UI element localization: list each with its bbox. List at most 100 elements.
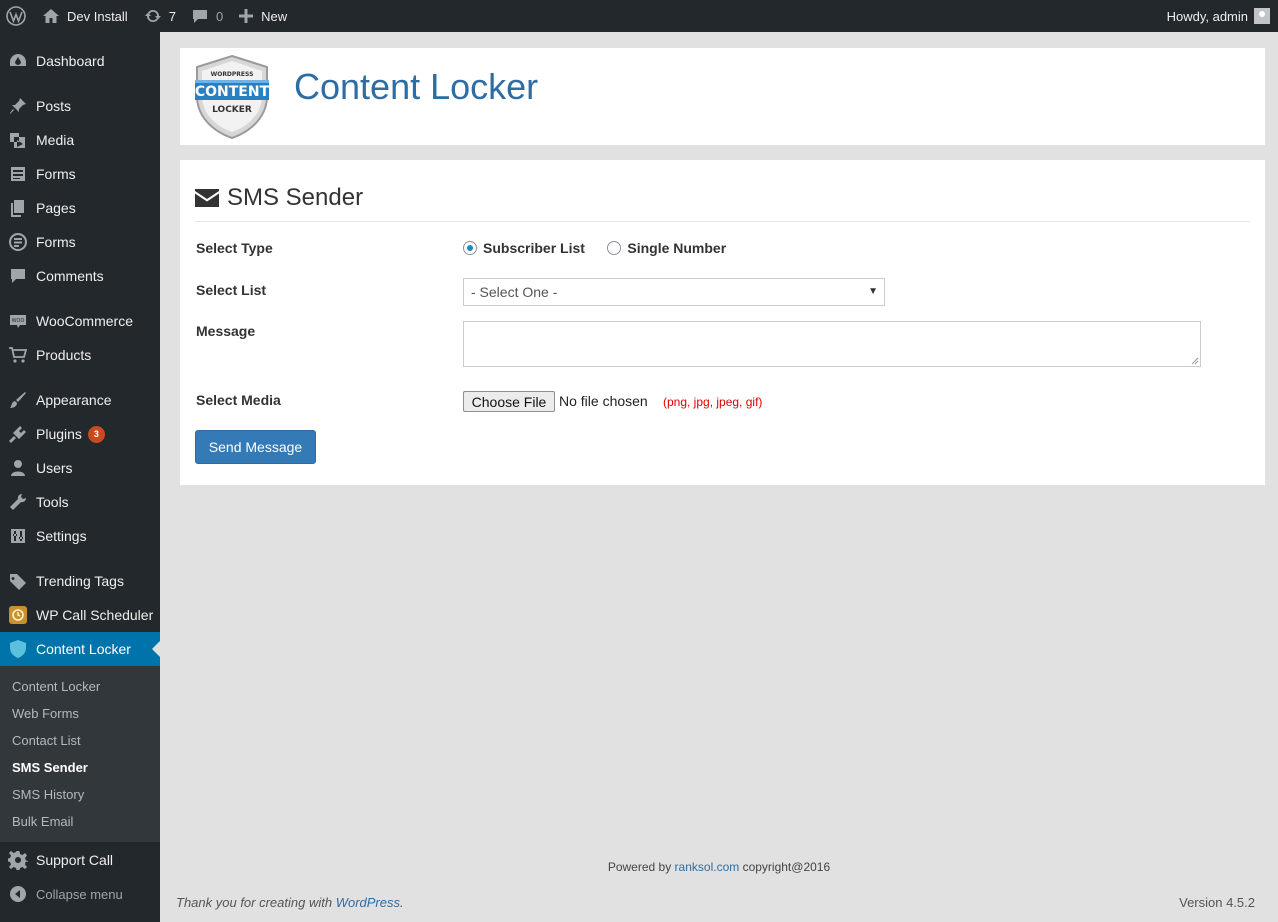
submenu-bulk-email[interactable]: Bulk Email	[12, 814, 73, 829]
send-message-button[interactable]: Send Message	[195, 430, 316, 464]
menu-wp-call-scheduler[interactable]: WP Call Scheduler	[0, 598, 160, 632]
comment-icon	[192, 10, 207, 23]
admin-sidebar: Dashboard Posts Media Forms Pages Forms …	[0, 32, 160, 922]
plus-icon	[239, 9, 254, 23]
menu-plugins[interactable]: Plugins 3	[0, 417, 160, 451]
updates-link[interactable]: 7	[136, 0, 184, 32]
section-title: SMS Sender	[195, 184, 363, 212]
page-title: Content Locker	[294, 66, 539, 107]
ranksol-link[interactable]: ranksol.com	[675, 860, 740, 874]
menu-label: WP Call Scheduler	[36, 607, 154, 623]
subscriber-list-label[interactable]: Subscriber List	[483, 240, 585, 256]
submenu-contact-list[interactable]: Contact List	[12, 733, 81, 748]
menu-trending-tags[interactable]: Trending Tags	[0, 564, 160, 598]
plugin-icon	[0, 424, 36, 444]
submenu-sms-sender[interactable]: SMS Sender	[12, 760, 88, 775]
new-content-link[interactable]: New	[231, 0, 295, 32]
wordpress-link[interactable]: WordPress	[336, 895, 400, 910]
file-types-hint: (png, jpg, jpeg, gif)	[663, 395, 763, 409]
menu-settings[interactable]: Settings	[0, 519, 160, 553]
shield-icon	[0, 639, 36, 659]
pages-icon	[0, 198, 36, 218]
sms-sender-panel: SMS Sender Select Type Subscriber List S…	[180, 160, 1265, 485]
menu-content-locker[interactable]: Content Locker	[0, 632, 160, 666]
footer-version: Version 4.5.2	[1179, 895, 1255, 910]
menu-tools[interactable]: Tools	[0, 485, 160, 519]
comments-count: 0	[215, 8, 224, 24]
menu-label: Media	[36, 132, 75, 148]
choose-file-button[interactable]: Choose File	[463, 391, 555, 412]
media-icon	[0, 130, 36, 150]
divider	[195, 221, 1250, 222]
submenu-web-forms[interactable]: Web Forms	[12, 706, 79, 721]
menu-label: Users	[36, 460, 73, 476]
message-label: Message	[196, 323, 256, 339]
content-locker-submenu: Content Locker Web Forms Contact List SM…	[0, 666, 160, 842]
collapse-menu-button[interactable]: Collapse menu	[0, 877, 160, 911]
menu-label: Content Locker	[36, 641, 131, 657]
select-list-label: Select List	[196, 282, 267, 298]
wordpress-logo-icon[interactable]	[0, 0, 34, 32]
user-icon	[0, 458, 36, 478]
menu-woocommerce[interactable]: WOO WooCommerce	[0, 304, 160, 338]
refresh-icon	[144, 9, 161, 23]
menu-products[interactable]: Products	[0, 338, 160, 372]
thanks-prefix: Thank you for creating with	[176, 895, 333, 910]
scheduler-icon	[0, 605, 36, 625]
updates-count: 7	[168, 8, 176, 24]
settings-icon	[0, 526, 36, 546]
menu-appearance[interactable]: Appearance	[0, 383, 160, 417]
svg-text:WORDPRESS: WORDPRESS	[211, 71, 254, 78]
subscriber-list-radio[interactable]	[463, 240, 477, 255]
menu-forms-2[interactable]: Forms	[0, 225, 160, 259]
section-title-text: SMS Sender	[227, 184, 364, 211]
woo-icon: WOO	[0, 311, 36, 331]
forms-icon	[0, 164, 36, 184]
submenu-sms-history[interactable]: SMS History	[12, 787, 84, 802]
collapse-arrow-icon	[0, 885, 36, 903]
submenu-content-locker[interactable]: Content Locker	[12, 679, 100, 694]
svg-text:LOCKER: LOCKER	[212, 105, 252, 115]
dashboard-icon	[0, 51, 36, 71]
menu-pages[interactable]: Pages	[0, 191, 160, 225]
menu-label: Comments	[36, 268, 104, 284]
menu-label: Settings	[36, 528, 87, 544]
select-type-group: Subscriber List Single Number	[463, 239, 726, 257]
pin-icon	[0, 96, 36, 116]
menu-label: Forms	[36, 166, 76, 182]
comment-icon	[0, 266, 36, 286]
content-locker-logo: WORDPRESS CONTENT LOCKER	[192, 54, 272, 145]
dropdown-arrow-icon: ▼	[868, 286, 878, 297]
select-list-value: - Select One -	[471, 284, 558, 300]
account-menu[interactable]: Howdy, admin	[1159, 0, 1278, 32]
menu-comments[interactable]: Comments	[0, 259, 160, 293]
menu-users[interactable]: Users	[0, 451, 160, 485]
menu-dashboard[interactable]: Dashboard	[0, 44, 160, 78]
menu-label: Plugins	[36, 426, 82, 442]
admin-bar: Dev Install 7 0 New Howdy, admin	[0, 0, 1278, 32]
message-textarea[interactable]	[463, 321, 1201, 367]
site-name: Dev Install	[67, 8, 128, 24]
site-name-link[interactable]: Dev Install	[34, 0, 136, 32]
select-type-label: Select Type	[196, 240, 273, 256]
menu-posts[interactable]: Posts	[0, 89, 160, 123]
svg-text:CONTENT: CONTENT	[195, 84, 270, 100]
menu-forms[interactable]: Forms	[0, 157, 160, 191]
menu-label: Tools	[36, 494, 69, 510]
menu-media[interactable]: Media	[0, 123, 160, 157]
single-number-label[interactable]: Single Number	[627, 240, 726, 256]
new-label: New	[261, 8, 288, 24]
home-icon	[43, 9, 59, 23]
single-number-radio[interactable]	[607, 240, 622, 255]
menu-label: Forms	[36, 234, 76, 250]
menu-label: WooCommerce	[36, 313, 133, 329]
menu-label: Trending Tags	[36, 573, 124, 589]
comments-link[interactable]: 0	[184, 0, 231, 32]
menu-label: Dashboard	[36, 53, 105, 69]
tag-icon	[0, 571, 36, 591]
select-list-dropdown[interactable]: - Select One - ▼	[463, 278, 885, 306]
plugins-update-badge: 3	[87, 425, 105, 443]
brush-icon	[0, 390, 36, 410]
cart-icon	[0, 345, 36, 365]
file-status: No file chosen	[559, 393, 648, 409]
